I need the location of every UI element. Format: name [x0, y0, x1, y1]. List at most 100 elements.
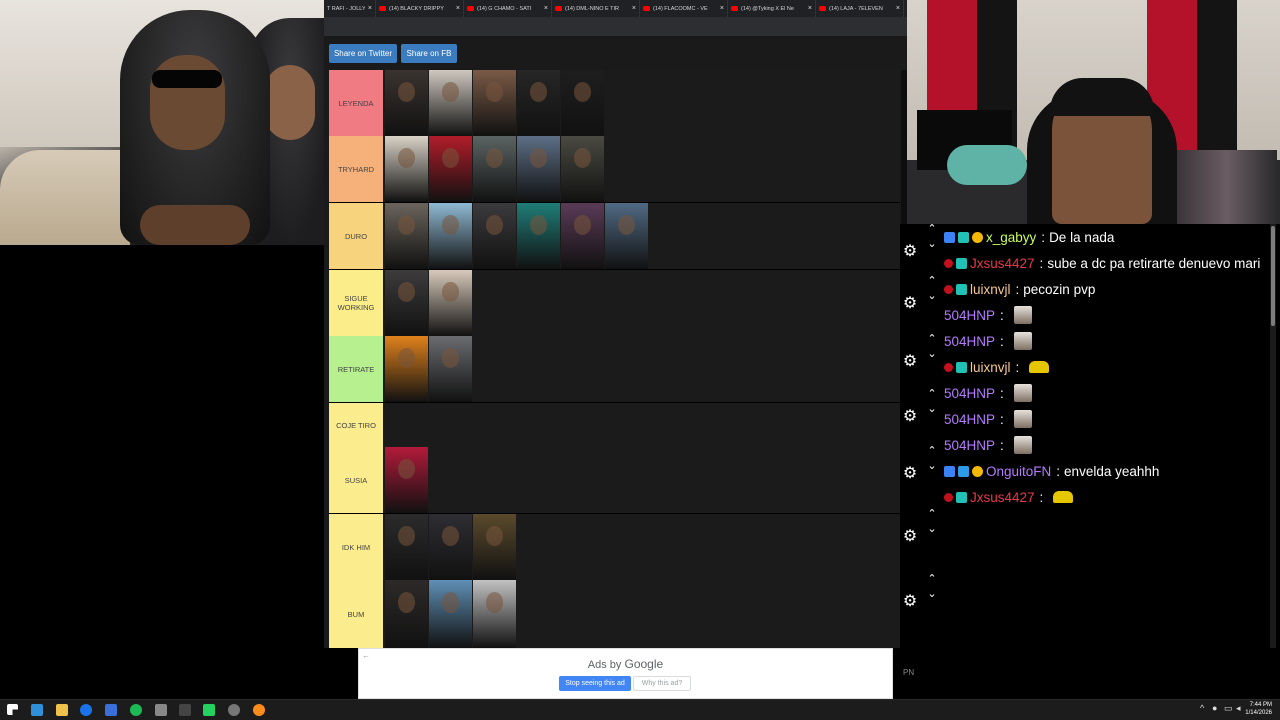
- tier-item-image[interactable]: [561, 136, 604, 202]
- tab-close-icon[interactable]: ×: [544, 5, 548, 12]
- tier-item-image[interactable]: [429, 270, 472, 336]
- tier-item-image[interactable]: [385, 336, 428, 402]
- tab-close-icon[interactable]: ×: [632, 5, 636, 12]
- chevron-down-icon[interactable]: ⌄: [926, 239, 938, 250]
- browser-address-bar[interactable]: [324, 17, 907, 37]
- chat-username[interactable]: 504HNP: [944, 308, 995, 323]
- why-this-ad-button[interactable]: Why this ad?: [633, 676, 691, 691]
- store-icon[interactable]: [105, 704, 117, 716]
- browser-tab[interactable]: (14) @Tyking X El Ne ×: [728, 0, 816, 17]
- windows-start-icon[interactable]: [7, 704, 18, 715]
- gear-icon[interactable]: ⚙: [902, 529, 918, 545]
- chevron-up-icon[interactable]: ⌃: [926, 574, 938, 585]
- gear-icon[interactable]: ⚙: [902, 354, 918, 370]
- tier-item-image[interactable]: [473, 580, 516, 648]
- chat-username[interactable]: 504HNP: [944, 412, 995, 427]
- chat-username[interactable]: Jxsus4427: [970, 490, 1035, 505]
- tier-label[interactable]: SUSIA: [329, 447, 383, 513]
- browser-tab[interactable]: (14) FLACOOMC - VE ×: [640, 0, 728, 17]
- tier-label[interactable]: COJE TIRO: [329, 403, 383, 447]
- tier-item-image[interactable]: [429, 70, 472, 136]
- chat-username[interactable]: 504HNP: [944, 334, 995, 349]
- tray-chevron-icon[interactable]: ^: [1200, 703, 1204, 713]
- tray-volume-icon[interactable]: ◂: [1236, 703, 1241, 714]
- tier-item-image[interactable]: [561, 70, 604, 136]
- chat-username[interactable]: OnguitoFN: [986, 464, 1051, 479]
- browser-tab[interactable]: (14) BLACKY DRIPPY ×: [376, 0, 464, 17]
- tab-close-icon[interactable]: ×: [896, 5, 900, 12]
- tab-close-icon[interactable]: ×: [368, 5, 372, 12]
- chevron-up-icon[interactable]: ⌃: [926, 509, 938, 520]
- chevron-up-icon[interactable]: ⌃: [926, 446, 938, 457]
- tier-item-image[interactable]: [517, 70, 560, 136]
- chat-scrollbar[interactable]: [1270, 224, 1276, 648]
- file-explorer-icon[interactable]: [56, 704, 68, 716]
- tier-item-image[interactable]: [385, 136, 428, 202]
- chevron-up-icon[interactable]: ⌃: [926, 224, 938, 235]
- tier-item-image[interactable]: [429, 203, 472, 269]
- browser-tab[interactable]: (14) LAJA - 7ELEVEN ×: [816, 0, 904, 17]
- tier-item-image[interactable]: [385, 270, 428, 336]
- tier-label[interactable]: IDK HIM: [329, 514, 383, 580]
- tier-item-image[interactable]: [385, 70, 428, 136]
- tier-item-image[interactable]: [605, 203, 648, 269]
- chevron-down-icon[interactable]: ⌄: [926, 404, 938, 415]
- tier-item-image[interactable]: [429, 514, 472, 580]
- stop-seeing-ad-button[interactable]: Stop seeing this ad: [559, 676, 631, 691]
- tier-item-image[interactable]: [385, 514, 428, 580]
- chevron-down-icon[interactable]: ⌄: [926, 349, 938, 360]
- chrome-icon[interactable]: [80, 704, 92, 716]
- gear-icon[interactable]: ⚙: [902, 244, 918, 260]
- gear-icon[interactable]: ⚙: [902, 409, 918, 425]
- chat-username[interactable]: Jxsus4427: [970, 256, 1035, 271]
- tier-item-image[interactable]: [473, 514, 516, 580]
- app-icon[interactable]: [179, 704, 191, 716]
- browser-icon[interactable]: [253, 704, 265, 716]
- tier-item-image[interactable]: [473, 70, 516, 136]
- chevron-up-icon[interactable]: ⌃: [926, 334, 938, 345]
- taskbar-clock[interactable]: 7:44 PM 1/14/2026: [1245, 701, 1272, 717]
- chat-username[interactable]: luixnvjl: [970, 282, 1011, 297]
- chevron-down-icon[interactable]: ⌄: [926, 291, 938, 302]
- gear-icon[interactable]: ⚙: [902, 466, 918, 482]
- tab-close-icon[interactable]: ×: [808, 5, 812, 12]
- tier-label[interactable]: TRYHARD: [329, 136, 383, 202]
- tier-item-image[interactable]: [429, 580, 472, 648]
- tier-item-image[interactable]: [517, 136, 560, 202]
- chevron-up-icon[interactable]: ⌃: [926, 276, 938, 287]
- gear-icon[interactable]: ⚙: [902, 296, 918, 312]
- tier-label[interactable]: LEYENDA: [329, 70, 383, 136]
- chevron-up-icon[interactable]: ⌃: [926, 389, 938, 400]
- chat-username[interactable]: 504HNP: [944, 386, 995, 401]
- chevron-down-icon[interactable]: ⌄: [926, 524, 938, 535]
- spotify-icon[interactable]: [130, 704, 142, 716]
- tab-close-icon[interactable]: ×: [456, 5, 460, 12]
- chat-scroll-thumb[interactable]: [1271, 226, 1275, 326]
- browser-tab[interactable]: T RAFI - JOLLY ×: [324, 0, 376, 17]
- taskview-icon[interactable]: [31, 704, 43, 716]
- tier-item-image[interactable]: [385, 447, 428, 513]
- browser-tab[interactable]: (14) G CHAMO - SATI ×: [464, 0, 552, 17]
- chevron-down-icon[interactable]: ⌄: [926, 461, 938, 472]
- share-fb-button[interactable]: Share on FB: [401, 44, 457, 63]
- chevron-down-icon[interactable]: ⌄: [926, 589, 938, 600]
- tier-label[interactable]: RETIRATE: [329, 336, 383, 402]
- tier-item-image[interactable]: [385, 203, 428, 269]
- obs-icon[interactable]: [228, 704, 240, 716]
- tray-network-icon[interactable]: ▭: [1224, 703, 1233, 714]
- chat-username[interactable]: luixnvjl: [970, 360, 1011, 375]
- chat-username[interactable]: x_gabyy: [986, 230, 1036, 245]
- tier-item-image[interactable]: [517, 203, 560, 269]
- tier-label[interactable]: BUM: [329, 580, 383, 648]
- tier-label[interactable]: DURO: [329, 203, 383, 269]
- kick-icon[interactable]: [203, 704, 215, 716]
- gear-icon[interactable]: ⚙: [902, 594, 918, 610]
- browser-tab[interactable]: (14) DML-NIÑO E TIR ×: [552, 0, 640, 17]
- tray-mic-icon[interactable]: ●: [1212, 703, 1217, 713]
- tier-item-image[interactable]: [561, 203, 604, 269]
- chat-username[interactable]: 504HNP: [944, 438, 995, 453]
- tier-item-image[interactable]: [429, 336, 472, 402]
- app-icon[interactable]: [155, 704, 167, 716]
- tier-label[interactable]: SIGUE WORKING: [329, 270, 383, 336]
- share-twitter-button[interactable]: Share on Twitter: [329, 44, 397, 63]
